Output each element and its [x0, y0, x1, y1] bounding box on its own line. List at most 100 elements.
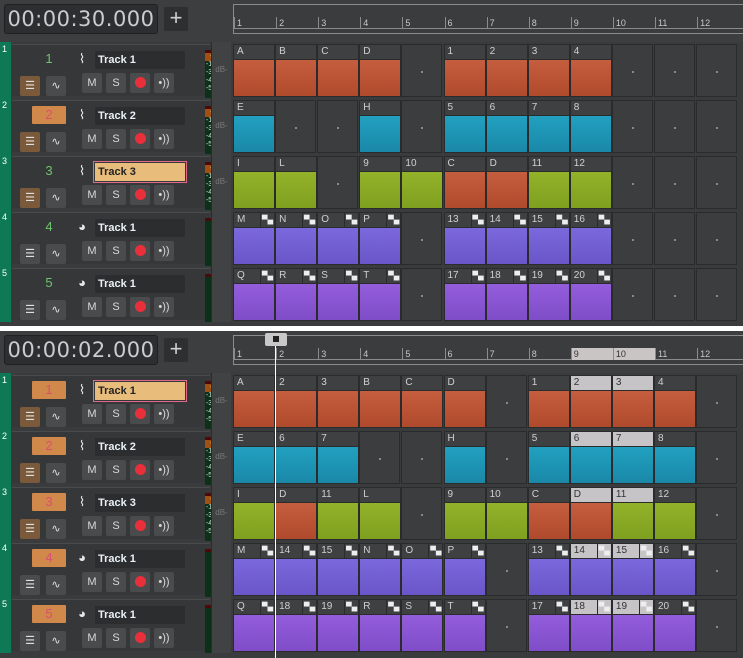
timeline-ruler[interactable]: 1 2 3 4 5 6 7 8 9 10 11 12	[233, 335, 743, 365]
track-name-field[interactable]: Track 3	[95, 494, 185, 512]
record-arm-button[interactable]	[130, 460, 150, 480]
empty-slot[interactable]	[401, 487, 443, 540]
ruler-tick[interactable]: 5	[402, 17, 444, 29]
clip-body[interactable]	[233, 503, 275, 540]
clip[interactable]: C	[401, 375, 444, 428]
clip-body[interactable]	[233, 228, 275, 265]
clip-body[interactable]	[317, 503, 360, 540]
automation-button[interactable]: ∿	[46, 575, 66, 595]
automation-button[interactable]: ∿	[46, 76, 66, 96]
time-display[interactable]: 00:00:02.000	[4, 335, 158, 365]
record-arm-button[interactable]	[130, 73, 150, 93]
clip-body[interactable]	[401, 172, 444, 209]
clip-body[interactable]	[527, 559, 570, 596]
volume-column[interactable]	[211, 597, 231, 653]
clip-body[interactable]	[527, 172, 570, 209]
clip-body[interactable]	[359, 503, 402, 540]
clip[interactable]: 5	[443, 100, 486, 153]
clip-body[interactable]	[569, 559, 612, 596]
automation-button[interactable]: ∿	[46, 188, 66, 208]
clip[interactable]: 4	[654, 375, 696, 428]
clip[interactable]: L	[359, 487, 402, 540]
monitor-button[interactable]: •))	[154, 185, 174, 205]
clip[interactable]: 6	[485, 100, 528, 153]
playhead-line[interactable]	[275, 336, 276, 658]
empty-slot[interactable]	[654, 100, 695, 153]
clip-body[interactable]	[527, 60, 570, 97]
track-lanes-button[interactable]: ☰	[20, 188, 40, 208]
clip-body[interactable]	[443, 503, 486, 540]
clip[interactable]: A	[233, 44, 275, 97]
empty-slot[interactable]	[275, 100, 317, 153]
empty-slot[interactable]	[485, 543, 527, 596]
clip-body[interactable]	[275, 503, 318, 540]
ruler-tick[interactable]: 4	[360, 17, 402, 29]
record-arm-button[interactable]	[130, 129, 150, 149]
clip-body[interactable]	[317, 615, 360, 652]
clip[interactable]: C	[317, 44, 360, 97]
track-lanes-button[interactable]: ☰	[20, 244, 40, 264]
clip[interactable]: 5	[527, 431, 570, 484]
empty-slot[interactable]	[401, 212, 443, 265]
automation-button[interactable]: ∿	[46, 463, 66, 483]
empty-slot[interactable]	[611, 156, 653, 209]
clip[interactable]: S ▀▄	[401, 599, 444, 652]
empty-slot[interactable]	[401, 431, 443, 484]
volume-column[interactable]: dB-	[211, 42, 231, 98]
monitor-button[interactable]: •))	[154, 516, 174, 536]
clip[interactable]: I	[233, 156, 275, 209]
clip-body[interactable]	[611, 447, 654, 484]
track-name-field[interactable]: Track 1	[95, 606, 185, 624]
clip-body[interactable]	[654, 447, 696, 484]
clip-body[interactable]	[443, 447, 486, 484]
empty-slot[interactable]	[696, 543, 738, 596]
track-index-strip[interactable]: 5	[0, 266, 11, 322]
clip-body[interactable]	[275, 172, 318, 209]
clip-body[interactable]	[275, 60, 318, 97]
track-lanes-button[interactable]: ☰	[20, 575, 40, 595]
record-arm-button[interactable]	[130, 297, 150, 317]
track-index-strip[interactable]: 3	[0, 154, 11, 210]
clip-body[interactable]	[485, 116, 528, 153]
add-button[interactable]: +	[164, 338, 188, 362]
empty-slot[interactable]	[696, 599, 738, 652]
clip-body[interactable]	[569, 116, 612, 153]
clip[interactable]: 2	[569, 375, 612, 428]
clip[interactable]: 2	[485, 44, 528, 97]
clip[interactable]: 15 ▀▄	[527, 212, 570, 265]
clip[interactable]: 6	[569, 431, 612, 484]
record-arm-button[interactable]	[130, 516, 150, 536]
clip-body[interactable]	[485, 228, 528, 265]
track-index-strip[interactable]: 5	[0, 597, 11, 653]
ruler-tick[interactable]: 12	[697, 17, 739, 29]
clip-body[interactable]	[654, 503, 696, 540]
clip-body[interactable]	[443, 284, 486, 321]
clip[interactable]: 9	[443, 487, 486, 540]
ruler-tick[interactable]: 2	[276, 348, 318, 360]
clip-body[interactable]	[443, 228, 486, 265]
ruler-tick[interactable]: 9	[570, 17, 613, 29]
clip[interactable]: R ▀▄	[359, 599, 402, 652]
clip-body[interactable]	[611, 503, 654, 540]
solo-button[interactable]: S	[106, 73, 126, 93]
mute-button[interactable]: M	[82, 185, 102, 205]
ruler-tick[interactable]: 9	[570, 348, 613, 360]
clip-body[interactable]	[485, 60, 528, 97]
clip[interactable]: 19 ▀▄	[527, 268, 570, 321]
automation-button[interactable]: ∿	[46, 519, 66, 539]
ruler-tick[interactable]: 1	[234, 17, 276, 29]
track-index-strip[interactable]: 1	[0, 42, 11, 98]
clip-body[interactable]	[527, 447, 570, 484]
clip-body[interactable]	[443, 116, 486, 153]
clip-body[interactable]	[569, 60, 612, 97]
volume-column[interactable]: dB-	[211, 98, 231, 154]
mute-button[interactable]: M	[82, 628, 102, 648]
clip[interactable]: 18 ▀▄	[275, 599, 318, 652]
clip[interactable]: D	[275, 487, 318, 540]
clip[interactable]: 7	[317, 431, 360, 484]
clip[interactable]: I	[233, 487, 275, 540]
clip[interactable]: C	[527, 487, 570, 540]
record-arm-button[interactable]	[130, 404, 150, 424]
track-index-strip[interactable]: 3	[0, 485, 11, 541]
mute-button[interactable]: M	[82, 73, 102, 93]
